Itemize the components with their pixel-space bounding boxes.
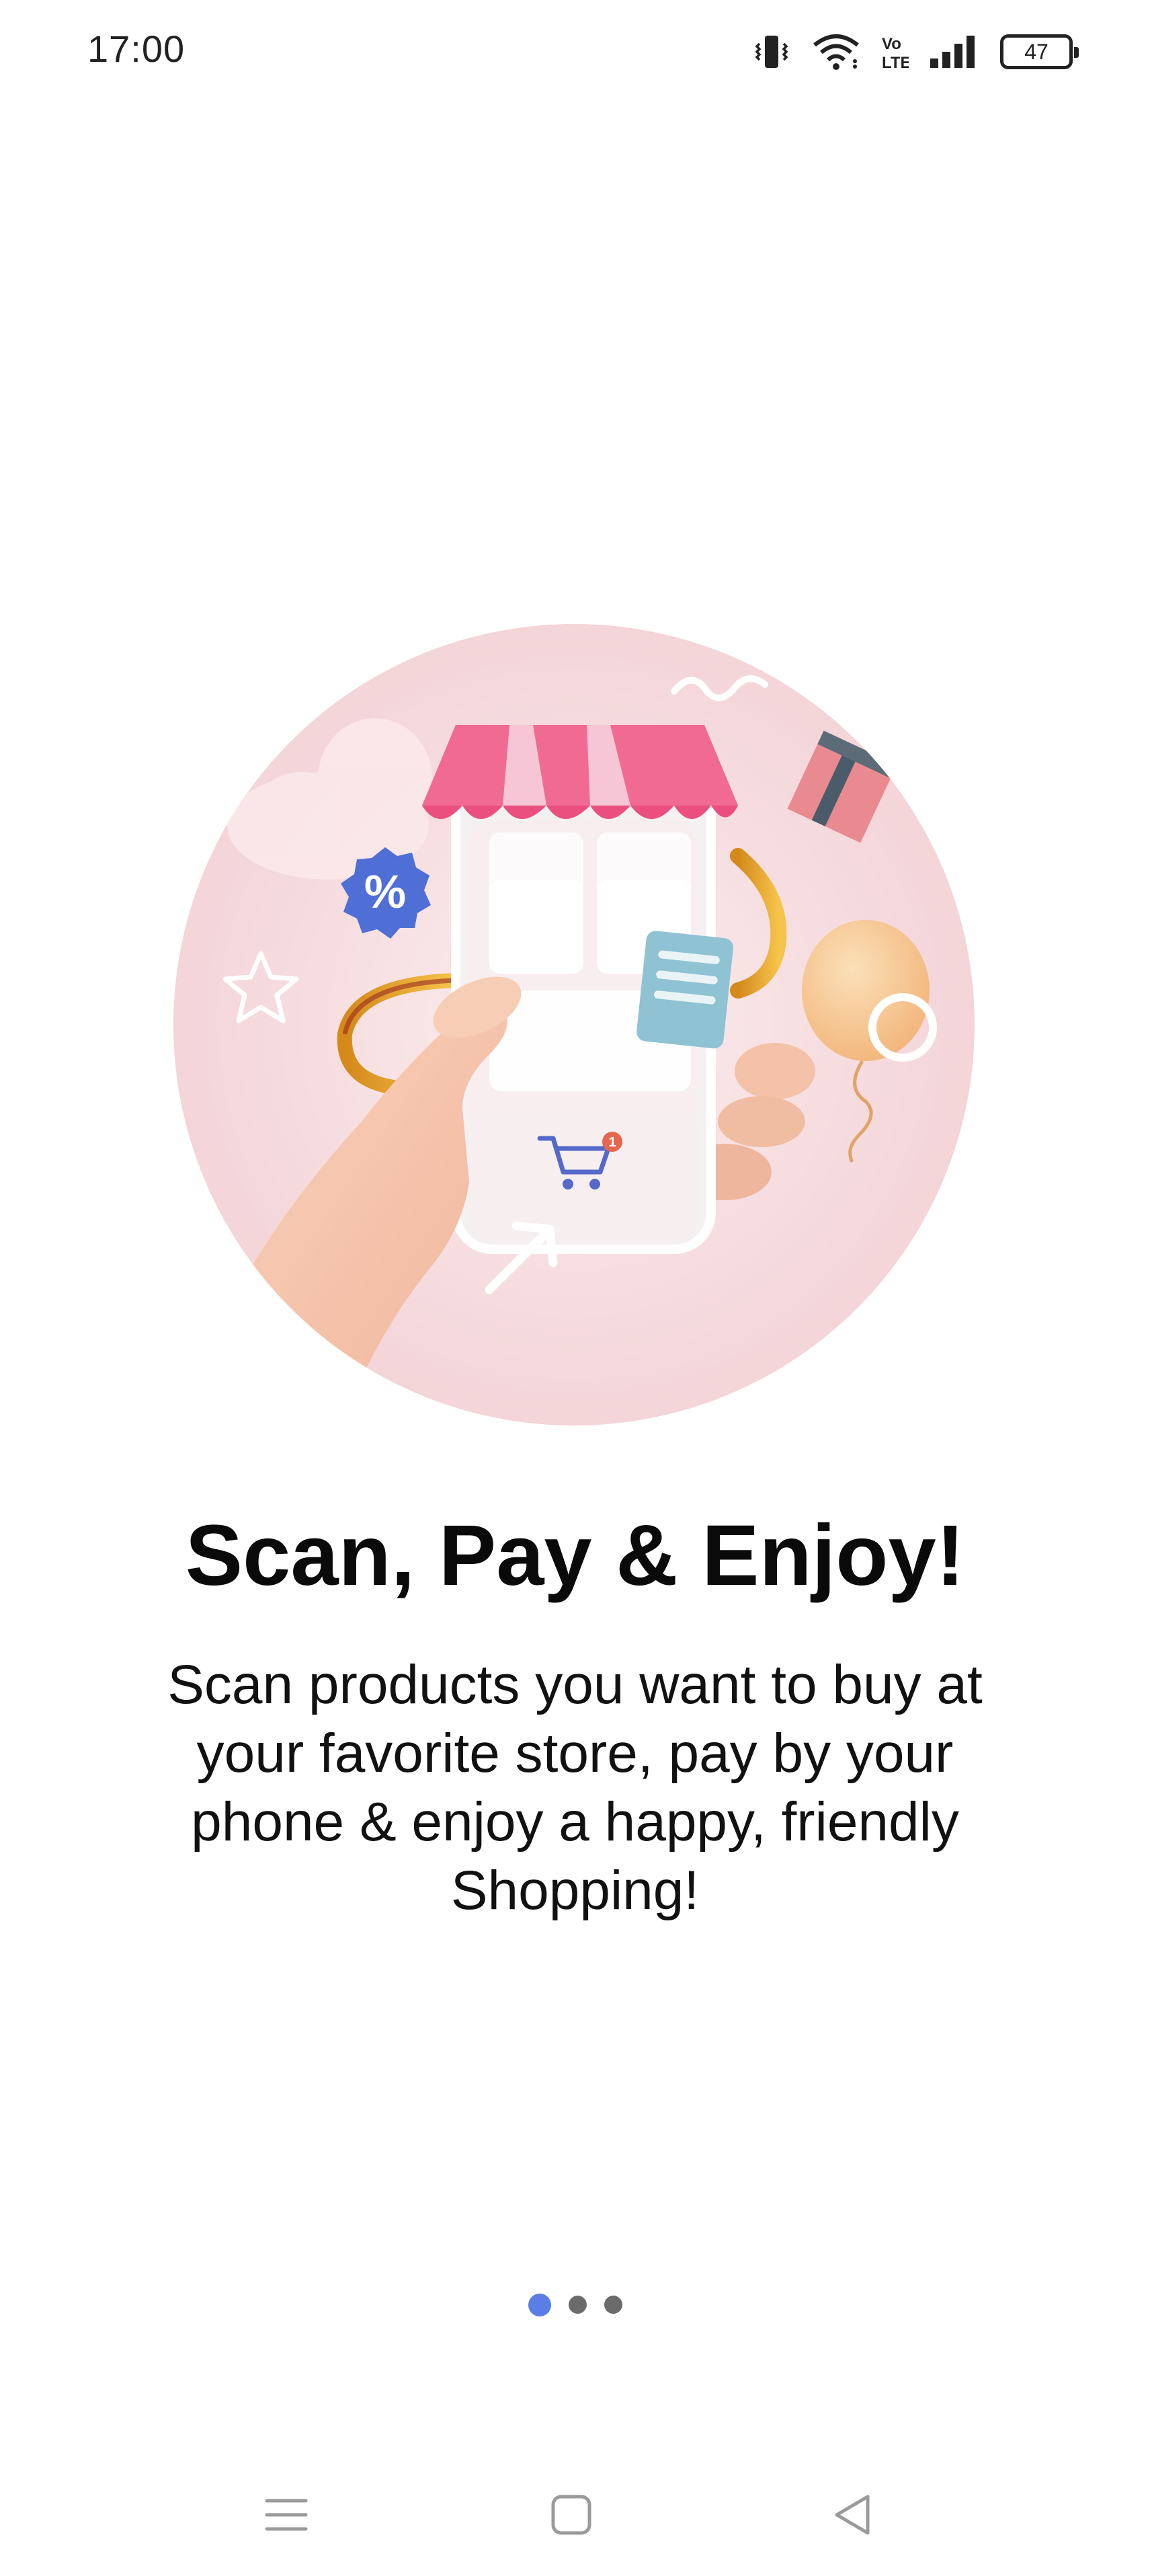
volte-icon: Vo LTE <box>880 32 909 72</box>
onboarding-title: Scan, Pay & Enjoy! <box>185 1508 965 1604</box>
svg-text:%: % <box>364 865 406 918</box>
page-dot-2[interactable] <box>568 2296 587 2314</box>
battery-level: 47 <box>1024 39 1049 64</box>
vibrate-icon <box>751 32 792 72</box>
status-bar: 17:00 Vo LTE 47 <box>0 0 1150 104</box>
page-dot-3[interactable] <box>604 2296 622 2314</box>
home-icon[interactable] <box>531 2474 612 2555</box>
page-dot-1[interactable] <box>528 2294 551 2316</box>
shopping-phone-illustration: % 1 <box>173 624 975 1426</box>
svg-text:1: 1 <box>608 1135 616 1150</box>
back-icon[interactable] <box>813 2474 894 2555</box>
onboarding-description: Scan products you want to buy at your fa… <box>167 1654 983 1921</box>
page-indicator <box>0 2294 1150 2316</box>
status-time: 17:00 <box>87 28 186 70</box>
system-nav-bar <box>0 2474 1150 2555</box>
status-icons: Vo LTE 47 <box>751 28 1079 75</box>
menu-icon[interactable] <box>246 2474 327 2555</box>
svg-text:LTE: LTE <box>882 54 909 72</box>
onboarding-screen: 17:00 Vo LTE 47 % 1 Scan, Pay & Enjoy! S… <box>0 0 1150 2576</box>
signal-icon <box>929 32 980 72</box>
wifi-icon <box>812 32 860 72</box>
battery-icon: 47 <box>1000 34 1079 69</box>
svg-text:Vo: Vo <box>882 35 901 53</box>
